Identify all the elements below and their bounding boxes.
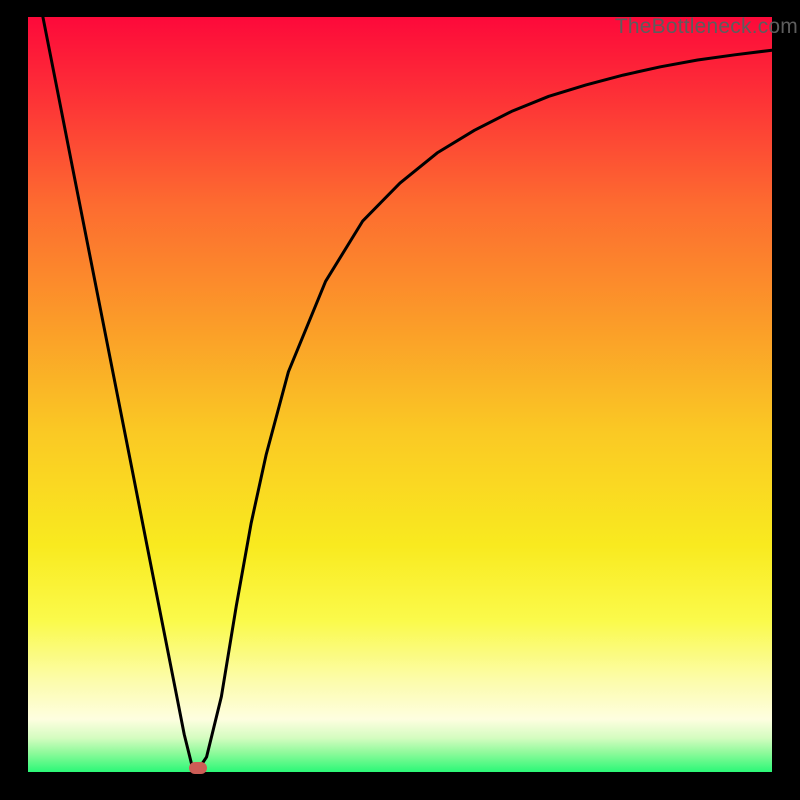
optimal-marker [189,762,207,774]
plot-svg [28,17,772,772]
gradient-background [28,17,772,772]
chart-frame: TheBottleneck.com [28,17,772,772]
watermark-text: TheBottleneck.com [615,15,798,39]
